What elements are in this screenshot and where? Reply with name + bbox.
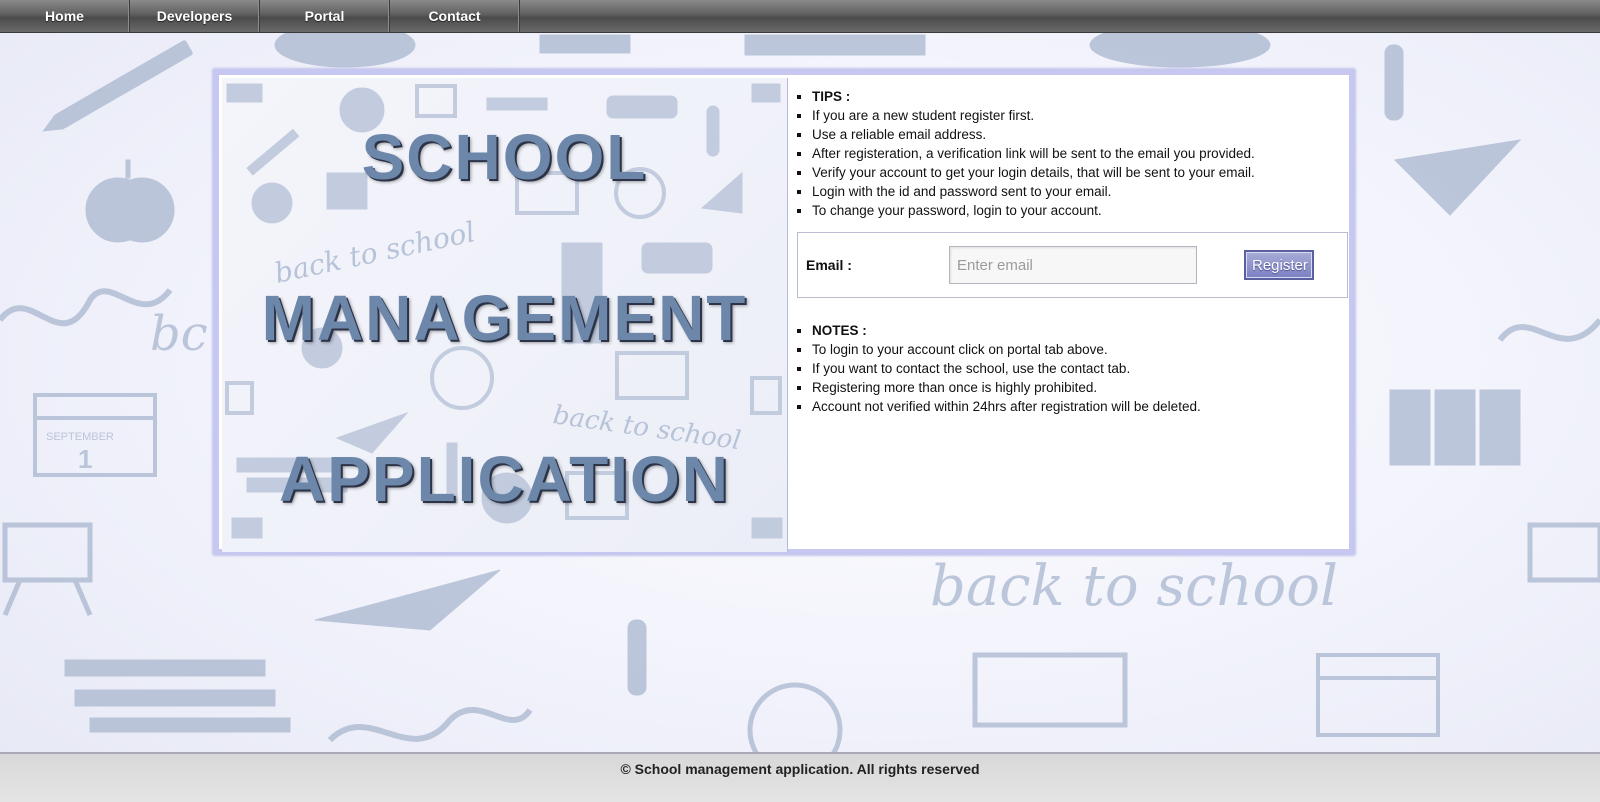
svg-text:bc: bc [150, 306, 208, 362]
dna-doodle [0, 288, 173, 327]
nav-home[interactable]: Home [0, 0, 130, 32]
hero-back-to-school-text-1: back to school [272, 215, 478, 290]
tips-heading: TIPS : [812, 87, 1255, 106]
main-panel: back to school back to school SCHOOL MAN… [213, 69, 1355, 555]
list-item: Account not verified within 24hrs after … [812, 397, 1201, 416]
email-input[interactable] [949, 246, 1197, 284]
back-to-school-doodle: back to school [930, 554, 1338, 619]
list-item: Use a reliable email address. [812, 125, 1255, 144]
apple-doodle [85, 159, 175, 243]
list-item: Registering more than once is highly pro… [812, 378, 1201, 397]
pencil-doodle [42, 40, 193, 132]
notes-heading: NOTES : [812, 321, 1201, 340]
list-item: To login to your account click on portal… [812, 340, 1201, 359]
tips-list: TIPS : If you are a new student register… [789, 87, 1255, 220]
nav-developers[interactable]: Developers [130, 0, 260, 32]
hero-title-application: APPLICATION [278, 443, 731, 515]
hero-title-management: MANAGEMENT [261, 282, 748, 354]
list-item: To change your password, login to your a… [812, 201, 1255, 220]
register-button[interactable]: Register [1244, 250, 1314, 280]
list-item: After registeration, a verification link… [812, 144, 1255, 163]
nav-portal[interactable]: Portal [260, 0, 390, 32]
info-column: TIPS : If you are a new student register… [789, 75, 1349, 549]
email-label: Email : [806, 257, 852, 273]
calendar-day-text: 1 [78, 444, 92, 474]
list-item: If you are a new student register first. [812, 106, 1255, 125]
register-form: Email : Register [797, 232, 1348, 298]
calendar-month-text: SEPTEMBER [46, 431, 114, 443]
list-item: Verify your account to get your login de… [812, 163, 1255, 182]
hero-banner: back to school back to school SCHOOL MAN… [222, 78, 788, 552]
top-navigation-bar: Home Developers Portal Contact [0, 0, 1600, 33]
copyright-text: © School management application. All rig… [620, 761, 980, 777]
hero-title-school: SCHOOL [361, 121, 648, 193]
nav-contact[interactable]: Contact [390, 0, 520, 32]
list-item: Login with the id and password sent to y… [812, 182, 1255, 201]
list-item: If you want to contact the school, use t… [812, 359, 1201, 378]
footer: © School management application. All rig… [0, 752, 1600, 802]
notes-list: NOTES : To login to your account click o… [789, 321, 1201, 416]
